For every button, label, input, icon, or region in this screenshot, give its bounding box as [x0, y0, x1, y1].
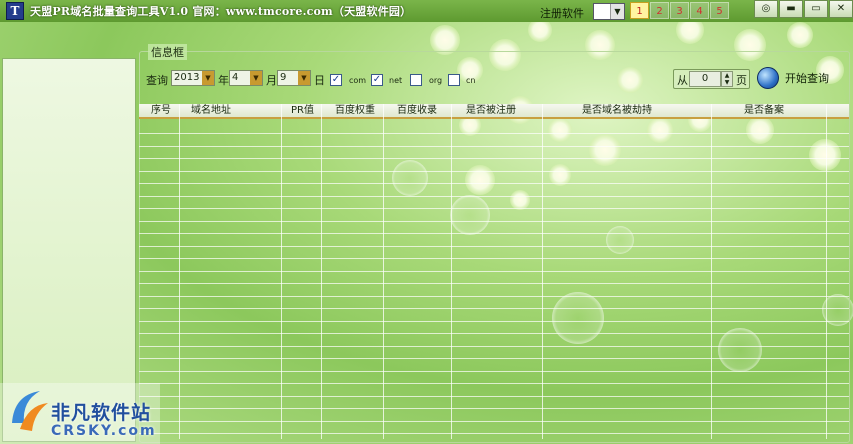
tld-cn-checkbox[interactable] — [448, 74, 460, 86]
table-row — [139, 208, 849, 209]
chevron-down-icon[interactable]: ▼ — [202, 71, 214, 85]
close-icon[interactable]: ✕ — [829, 0, 853, 18]
settings-icon[interactable]: ▬ — [779, 0, 803, 18]
table-row — [139, 246, 849, 247]
month-value: 4 — [232, 72, 239, 83]
column-header-hijacked[interactable]: 是否域名被劫持 — [582, 104, 652, 117]
register-dropdown[interactable]: ▼ — [593, 3, 625, 20]
year-value: 2013 — [174, 72, 200, 83]
table-row — [139, 233, 849, 234]
column-header-registered[interactable]: 是否被注册 — [466, 104, 516, 117]
column-header-domain[interactable]: 域名地址 — [191, 104, 231, 117]
table-row — [139, 171, 849, 172]
skin-button-2[interactable]: 2 — [650, 2, 669, 19]
app-logo-icon: T — [6, 2, 24, 20]
page-unit-label: 页 — [736, 74, 747, 87]
year-combo[interactable]: 2013 ▼ — [171, 70, 215, 86]
table-row — [139, 258, 849, 259]
table-row — [139, 358, 849, 359]
start-query-label: 开始查询 — [785, 72, 829, 85]
column-header-baidu-index[interactable]: 百度收录 — [397, 104, 437, 117]
tld-com-checkbox[interactable]: ✓ — [330, 74, 342, 86]
column-header-pr[interactable]: PR值 — [291, 104, 314, 117]
table-row — [139, 158, 849, 159]
day-combo[interactable]: 9 ▼ — [277, 70, 311, 86]
tld-org-label: org — [429, 76, 443, 85]
table-row — [139, 283, 849, 284]
page-spinner-input[interactable]: 0 — [689, 71, 721, 87]
info-frame-legend: 信息框 — [148, 44, 187, 60]
table-row — [139, 221, 849, 222]
skin-button-5[interactable]: 5 — [710, 2, 729, 19]
minimize-icon[interactable]: ▭ — [804, 0, 828, 18]
column-header-index[interactable]: 序号 — [151, 104, 171, 117]
table-row — [139, 433, 849, 434]
year-unit-label: 年 — [218, 74, 229, 87]
table-row — [139, 296, 849, 297]
feedback-icon[interactable]: ◎ — [754, 0, 778, 18]
table-row — [139, 133, 849, 134]
chevron-down-icon[interactable]: ▼ — [250, 71, 262, 85]
skin-button-3[interactable]: 3 — [670, 2, 689, 19]
query-label: 查询 — [146, 74, 168, 87]
table-row — [139, 396, 849, 397]
table-row — [139, 321, 849, 322]
day-unit-label: 日 — [314, 74, 325, 87]
from-label: 从 — [677, 74, 688, 87]
watermark-title: 非凡软件站 — [51, 402, 152, 424]
month-unit-label: 月 — [266, 74, 277, 87]
table-row — [139, 346, 849, 347]
table-header: 序号 域名地址 PR值 百度权重 百度收录 是否被注册 是否域名被劫持 是否备案 — [139, 104, 849, 119]
spinner-arrows-icon[interactable]: ▲ ▼ — [721, 71, 733, 87]
month-combo[interactable]: 4 ▼ — [229, 70, 263, 86]
table-row — [139, 271, 849, 272]
window-controls: ◎ ▬ ▭ ✕ — [753, 0, 853, 18]
skin-button-1[interactable]: 1 — [630, 2, 649, 19]
globe-icon — [757, 67, 779, 89]
register-label: 注册软件 — [540, 7, 584, 20]
column-header-baidu-weight[interactable]: 百度权重 — [335, 104, 375, 117]
column-header-icp[interactable]: 是否备案 — [744, 104, 784, 117]
skin-button-4[interactable]: 4 — [690, 2, 709, 19]
tld-net-checkbox[interactable]: ✓ — [371, 74, 383, 86]
table-row — [139, 196, 849, 197]
chevron-down-icon[interactable]: ▼ — [298, 71, 310, 85]
table-row — [139, 383, 849, 384]
skin-selector: 1 2 3 4 5 — [630, 2, 730, 19]
tld-cn-label: cn — [466, 76, 476, 85]
day-value: 9 — [280, 72, 287, 83]
table-row — [139, 183, 849, 184]
tld-net-label: net — [389, 76, 403, 85]
tld-com-label: com — [349, 76, 367, 85]
tld-org-checkbox[interactable] — [410, 74, 422, 86]
results-table[interactable]: 序号 域名地址 PR值 百度权重 百度收录 是否被注册 是否域名被劫持 是否备案 — [139, 104, 849, 439]
table-row — [139, 371, 849, 372]
window-title: 天盟PR域名批量查询工具V1.0 官网：www.tmcore.com（天盟软件园… — [30, 5, 412, 18]
start-query-button[interactable]: 开始查询 — [757, 66, 829, 90]
table-row — [139, 408, 849, 409]
watermark-url: CRSKY.com — [51, 423, 157, 439]
table-row — [139, 308, 849, 309]
chevron-down-icon: ▼ — [610, 4, 624, 19]
table-row — [139, 333, 849, 334]
table-row — [139, 146, 849, 147]
table-row — [139, 421, 849, 422]
